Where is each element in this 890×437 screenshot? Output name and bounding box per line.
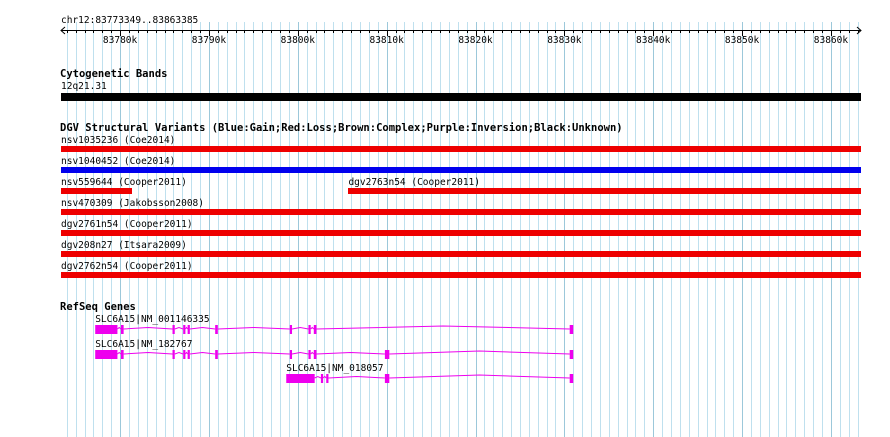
gene-transcript-label[interactable]: SLC6A15|NM_182767	[95, 339, 192, 350]
gene-exon[interactable]	[308, 325, 311, 334]
gene-intron	[189, 351, 216, 355]
dgv-variant-label[interactable]: nsv470309 (Jakobsson2008)	[61, 198, 204, 209]
gene-exon[interactable]	[313, 350, 317, 359]
gene-intron	[117, 326, 122, 330]
gene-intron	[291, 351, 309, 355]
dgv-variant-label[interactable]: nsv559644 (Cooper2011)	[61, 177, 187, 188]
gene-exon[interactable]	[183, 325, 186, 334]
gene-exon[interactable]	[120, 350, 124, 359]
gene-intron	[310, 351, 315, 355]
gene-intron	[291, 326, 309, 330]
ruler-tick-label: 83830k	[547, 35, 582, 46]
cytoband-track-title: Cytogenetic Bands	[60, 68, 168, 80]
gene-intron	[123, 351, 173, 355]
gene-exon[interactable]	[313, 325, 317, 334]
gene-exon[interactable]	[384, 374, 390, 383]
gene-intron	[217, 351, 290, 355]
gene-exon[interactable]	[187, 350, 190, 359]
gene-transcript-label[interactable]: SLC6A15|NM_018057	[286, 363, 383, 374]
ruler-tick-label: 83820k	[458, 35, 493, 46]
gene-intron	[389, 350, 570, 355]
ruler-tick-label: 83810k	[369, 35, 404, 46]
gene-intron	[322, 375, 327, 379]
gene-exon[interactable]	[569, 350, 574, 359]
gene-intron	[174, 326, 184, 330]
dgv-variant-label[interactable]: nsv1035236 (Coe2014)	[61, 135, 175, 146]
gene-exon[interactable]	[215, 325, 218, 334]
gene-intron	[185, 326, 189, 330]
gene-exon[interactable]	[289, 350, 293, 359]
gene-intron	[123, 326, 173, 330]
gene-intron	[189, 326, 216, 330]
gene-intron	[185, 351, 189, 355]
ruler-tick-label: 83800k	[280, 35, 315, 46]
ruler-tick-label: 83790k	[191, 35, 227, 46]
gene-intron	[316, 351, 385, 355]
gene-exon[interactable]	[183, 350, 186, 359]
gene-intron	[316, 325, 570, 330]
gene-intron	[314, 375, 322, 379]
gene-exon[interactable]	[384, 350, 390, 359]
gene-exon[interactable]	[569, 325, 574, 334]
gene-exon[interactable]	[289, 325, 293, 334]
ruler-tick-label: 83860k	[813, 35, 849, 46]
genome-browser-view[interactable]: chr12:83773349..83863385 Cytogenetic Ban…	[0, 0, 890, 437]
gene-exon[interactable]	[120, 325, 124, 334]
dgv-track-title: DGV Structural Variants (Blue:Gain;Red:L…	[60, 122, 623, 134]
gene-exon[interactable]	[326, 374, 329, 383]
refseq-track-title: RefSeq Genes	[60, 301, 136, 313]
cytoband-label: 12q21.31	[61, 81, 107, 92]
gene-exon[interactable]	[95, 325, 118, 334]
gene-exon[interactable]	[569, 374, 574, 383]
dgv-variant-label[interactable]: dgv2761n54 (Cooper2011)	[61, 219, 193, 230]
gene-exon[interactable]	[308, 350, 311, 359]
ruler-tick-label: 83780k	[102, 35, 138, 46]
gene-exon[interactable]	[172, 350, 175, 359]
dgv-variant-label[interactable]: dgv208n27 (Itsara2009)	[61, 240, 187, 251]
gene-intron	[328, 375, 385, 379]
gene-intron	[174, 351, 184, 355]
ruler-tick-label: 83840k	[636, 35, 671, 46]
gene-exon[interactable]	[187, 325, 190, 334]
gene-intron	[217, 326, 290, 330]
gene-transcript-label[interactable]: SLC6A15|NM_001146335	[95, 314, 209, 325]
gene-exon[interactable]	[95, 350, 118, 359]
ruler-tick-label: 83850k	[724, 35, 760, 46]
gene-exon[interactable]	[320, 374, 324, 383]
dgv-variant-label[interactable]: dgv2763n54 (Cooper2011)	[348, 177, 480, 188]
gene-intron	[310, 326, 315, 330]
gene-exon[interactable]	[286, 374, 315, 383]
gene-intron	[389, 374, 570, 379]
gene-exon[interactable]	[215, 350, 218, 359]
gene-exon[interactable]	[172, 325, 175, 334]
gene-intron	[117, 351, 122, 355]
dgv-variant-label[interactable]: dgv2762n54 (Cooper2011)	[61, 261, 193, 272]
dgv-variant-label[interactable]: nsv1040452 (Coe2014)	[61, 156, 175, 167]
